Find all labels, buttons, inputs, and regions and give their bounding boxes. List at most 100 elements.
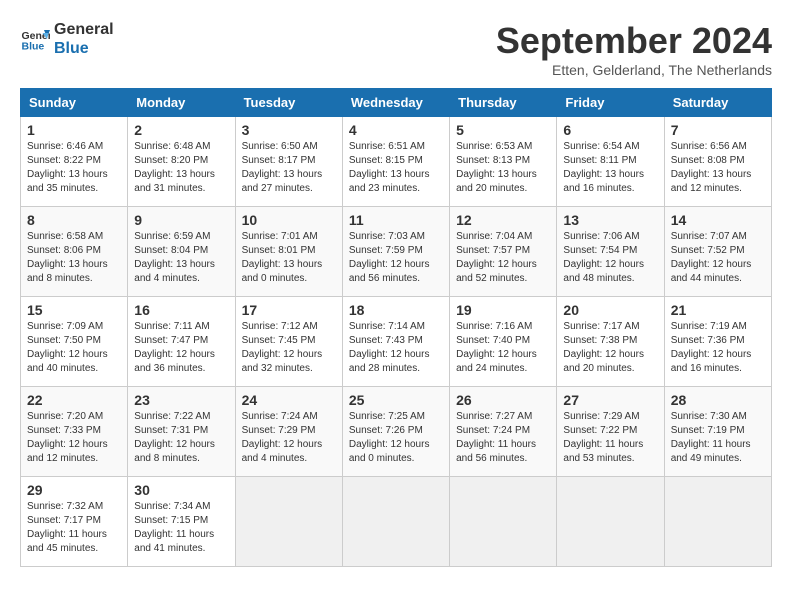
- calendar-body: 1 Sunrise: 6:46 AM Sunset: 8:22 PM Dayli…: [21, 117, 772, 567]
- day-cell: 2 Sunrise: 6:48 AM Sunset: 8:20 PM Dayli…: [128, 117, 235, 207]
- day-number: 3: [242, 122, 336, 138]
- day-info: Sunrise: 7:14 AM Sunset: 7:43 PM Dayligh…: [349, 320, 443, 376]
- day-cell: 18 Sunrise: 7:14 AM Sunset: 7:43 PM Dayl…: [342, 297, 449, 387]
- week-row-3: 15 Sunrise: 7:09 AM Sunset: 7:50 PM Dayl…: [21, 297, 772, 387]
- day-cell: 6 Sunrise: 6:54 AM Sunset: 8:11 PM Dayli…: [557, 117, 664, 207]
- day-cell: 30 Sunrise: 7:34 AM Sunset: 7:15 PM Dayl…: [128, 477, 235, 567]
- day-number: 10: [242, 212, 336, 228]
- week-row-4: 22 Sunrise: 7:20 AM Sunset: 7:33 PM Dayl…: [21, 387, 772, 477]
- day-info: Sunrise: 6:58 AM Sunset: 8:06 PM Dayligh…: [27, 230, 121, 286]
- day-cell: 17 Sunrise: 7:12 AM Sunset: 7:45 PM Dayl…: [235, 297, 342, 387]
- day-cell: 15 Sunrise: 7:09 AM Sunset: 7:50 PM Dayl…: [21, 297, 128, 387]
- day-number: 4: [349, 122, 443, 138]
- day-info: Sunrise: 6:59 AM Sunset: 8:04 PM Dayligh…: [134, 230, 228, 286]
- logo-line1: General: [54, 20, 114, 39]
- calendar-header: SundayMondayTuesdayWednesdayThursdayFrid…: [21, 89, 772, 117]
- day-info: Sunrise: 7:30 AM Sunset: 7:19 PM Dayligh…: [671, 410, 765, 466]
- day-cell: 16 Sunrise: 7:11 AM Sunset: 7:47 PM Dayl…: [128, 297, 235, 387]
- day-cell: 25 Sunrise: 7:25 AM Sunset: 7:26 PM Dayl…: [342, 387, 449, 477]
- day-cell: 28 Sunrise: 7:30 AM Sunset: 7:19 PM Dayl…: [664, 387, 771, 477]
- day-info: Sunrise: 7:04 AM Sunset: 7:57 PM Dayligh…: [456, 230, 550, 286]
- calendar-table: SundayMondayTuesdayWednesdayThursdayFrid…: [20, 88, 772, 567]
- day-info: Sunrise: 7:32 AM Sunset: 7:17 PM Dayligh…: [27, 500, 121, 556]
- day-number: 19: [456, 302, 550, 318]
- day-cell: 29 Sunrise: 7:32 AM Sunset: 7:17 PM Dayl…: [21, 477, 128, 567]
- day-info: Sunrise: 7:06 AM Sunset: 7:54 PM Dayligh…: [563, 230, 657, 286]
- day-cell: 8 Sunrise: 6:58 AM Sunset: 8:06 PM Dayli…: [21, 207, 128, 297]
- title-block: September 2024 Etten, Gelderland, The Ne…: [496, 20, 772, 78]
- day-number: 20: [563, 302, 657, 318]
- day-number: 2: [134, 122, 228, 138]
- day-number: 7: [671, 122, 765, 138]
- day-info: Sunrise: 7:11 AM Sunset: 7:47 PM Dayligh…: [134, 320, 228, 376]
- day-info: Sunrise: 6:50 AM Sunset: 8:17 PM Dayligh…: [242, 140, 336, 196]
- day-cell: 23 Sunrise: 7:22 AM Sunset: 7:31 PM Dayl…: [128, 387, 235, 477]
- day-info: Sunrise: 6:53 AM Sunset: 8:13 PM Dayligh…: [456, 140, 550, 196]
- day-number: 6: [563, 122, 657, 138]
- week-row-2: 8 Sunrise: 6:58 AM Sunset: 8:06 PM Dayli…: [21, 207, 772, 297]
- day-cell: 19 Sunrise: 7:16 AM Sunset: 7:40 PM Dayl…: [450, 297, 557, 387]
- day-info: Sunrise: 7:17 AM Sunset: 7:38 PM Dayligh…: [563, 320, 657, 376]
- day-info: Sunrise: 7:20 AM Sunset: 7:33 PM Dayligh…: [27, 410, 121, 466]
- day-number: 26: [456, 392, 550, 408]
- day-info: Sunrise: 6:48 AM Sunset: 8:20 PM Dayligh…: [134, 140, 228, 196]
- day-number: 16: [134, 302, 228, 318]
- day-cell: 1 Sunrise: 6:46 AM Sunset: 8:22 PM Dayli…: [21, 117, 128, 207]
- day-cell: [450, 477, 557, 567]
- day-number: 30: [134, 482, 228, 498]
- day-cell: 5 Sunrise: 6:53 AM Sunset: 8:13 PM Dayli…: [450, 117, 557, 207]
- day-info: Sunrise: 7:29 AM Sunset: 7:22 PM Dayligh…: [563, 410, 657, 466]
- day-number: 29: [27, 482, 121, 498]
- day-number: 23: [134, 392, 228, 408]
- day-cell: [664, 477, 771, 567]
- svg-text:Blue: Blue: [22, 41, 45, 53]
- header-cell-saturday: Saturday: [664, 89, 771, 117]
- day-info: Sunrise: 7:24 AM Sunset: 7:29 PM Dayligh…: [242, 410, 336, 466]
- day-cell: 11 Sunrise: 7:03 AM Sunset: 7:59 PM Dayl…: [342, 207, 449, 297]
- day-info: Sunrise: 6:51 AM Sunset: 8:15 PM Dayligh…: [349, 140, 443, 196]
- day-number: 22: [27, 392, 121, 408]
- day-cell: 14 Sunrise: 7:07 AM Sunset: 7:52 PM Dayl…: [664, 207, 771, 297]
- day-info: Sunrise: 7:19 AM Sunset: 7:36 PM Dayligh…: [671, 320, 765, 376]
- day-cell: 21 Sunrise: 7:19 AM Sunset: 7:36 PM Dayl…: [664, 297, 771, 387]
- day-cell: [235, 477, 342, 567]
- day-info: Sunrise: 7:34 AM Sunset: 7:15 PM Dayligh…: [134, 500, 228, 556]
- day-cell: 12 Sunrise: 7:04 AM Sunset: 7:57 PM Dayl…: [450, 207, 557, 297]
- day-info: Sunrise: 7:22 AM Sunset: 7:31 PM Dayligh…: [134, 410, 228, 466]
- day-cell: 7 Sunrise: 6:56 AM Sunset: 8:08 PM Dayli…: [664, 117, 771, 207]
- day-number: 18: [349, 302, 443, 318]
- day-info: Sunrise: 6:46 AM Sunset: 8:22 PM Dayligh…: [27, 140, 121, 196]
- day-cell: 24 Sunrise: 7:24 AM Sunset: 7:29 PM Dayl…: [235, 387, 342, 477]
- month-title: September 2024: [496, 20, 772, 62]
- day-cell: 22 Sunrise: 7:20 AM Sunset: 7:33 PM Dayl…: [21, 387, 128, 477]
- day-info: Sunrise: 7:12 AM Sunset: 7:45 PM Dayligh…: [242, 320, 336, 376]
- logo-line2: Blue: [54, 39, 114, 58]
- day-info: Sunrise: 7:25 AM Sunset: 7:26 PM Dayligh…: [349, 410, 443, 466]
- day-number: 28: [671, 392, 765, 408]
- day-info: Sunrise: 7:03 AM Sunset: 7:59 PM Dayligh…: [349, 230, 443, 286]
- day-number: 21: [671, 302, 765, 318]
- day-cell: 13 Sunrise: 7:06 AM Sunset: 7:54 PM Dayl…: [557, 207, 664, 297]
- day-cell: [342, 477, 449, 567]
- day-number: 24: [242, 392, 336, 408]
- logo: General Blue General Blue: [20, 20, 114, 58]
- day-info: Sunrise: 7:09 AM Sunset: 7:50 PM Dayligh…: [27, 320, 121, 376]
- day-number: 13: [563, 212, 657, 228]
- day-number: 25: [349, 392, 443, 408]
- day-number: 1: [27, 122, 121, 138]
- day-cell: 26 Sunrise: 7:27 AM Sunset: 7:24 PM Dayl…: [450, 387, 557, 477]
- day-info: Sunrise: 6:54 AM Sunset: 8:11 PM Dayligh…: [563, 140, 657, 196]
- day-number: 17: [242, 302, 336, 318]
- location-subtitle: Etten, Gelderland, The Netherlands: [496, 62, 772, 78]
- day-number: 14: [671, 212, 765, 228]
- day-info: Sunrise: 7:07 AM Sunset: 7:52 PM Dayligh…: [671, 230, 765, 286]
- header-cell-tuesday: Tuesday: [235, 89, 342, 117]
- day-cell: 9 Sunrise: 6:59 AM Sunset: 8:04 PM Dayli…: [128, 207, 235, 297]
- header-cell-wednesday: Wednesday: [342, 89, 449, 117]
- week-row-1: 1 Sunrise: 6:46 AM Sunset: 8:22 PM Dayli…: [21, 117, 772, 207]
- header-cell-sunday: Sunday: [21, 89, 128, 117]
- day-number: 11: [349, 212, 443, 228]
- day-number: 15: [27, 302, 121, 318]
- day-cell: 20 Sunrise: 7:17 AM Sunset: 7:38 PM Dayl…: [557, 297, 664, 387]
- day-number: 9: [134, 212, 228, 228]
